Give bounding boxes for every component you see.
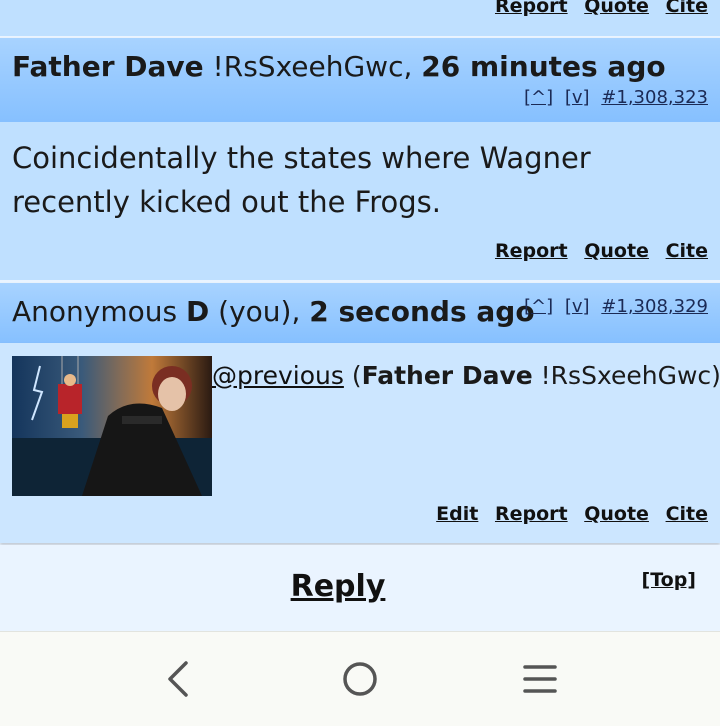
nav-up-link[interactable]: [^] [524,87,553,108]
quote-tripcode: !RsSxeehGwc) [540,361,720,390]
you-tag: (you), [218,295,301,328]
post-actions: Report Quote Cite [485,240,708,262]
post-author: Anonymous [12,295,178,328]
nav-down-link[interactable]: [v] [565,87,590,108]
nav-up-link[interactable]: [^] [524,296,553,317]
home-icon[interactable] [340,659,380,699]
post-body-own: @previous (Father Dave !RsSxeehGwc) Edit… [0,343,720,543]
post-actions: Edit Report Quote Cite [426,503,708,525]
recents-icon[interactable] [520,659,560,699]
poster-id: D [186,295,210,328]
nav-down-link[interactable]: [v] [565,296,590,317]
post-header-own: Anonymous D (you), 2 seconds ago [^] [v]… [0,283,720,343]
system-navigation-bar [0,631,720,726]
quote-paren: ( [351,361,362,390]
quote-link[interactable]: Quote [584,503,649,525]
post-author-line: Father Dave !RsSxeehGwc, 26 minutes ago [12,50,666,83]
report-link[interactable]: Report [495,0,568,17]
post-image-thumbnail[interactable] [12,356,212,496]
post-time: 26 minutes ago [421,50,666,83]
quote-link[interactable]: Quote [584,0,649,17]
edit-link[interactable]: Edit [436,503,478,525]
post-time: 2 seconds ago [309,295,535,328]
post-nav-links: [^] [v] #1,308,323 [518,87,708,108]
post-author-line: Anonymous D (you), 2 seconds ago [12,295,535,328]
previous-post-footer: Report Quote Cite [0,0,720,36]
report-link[interactable]: Report [495,503,568,525]
previous-post-actions: Report Quote Cite [485,0,708,17]
quote-link[interactable]: Quote [584,240,649,262]
post-body: Coincidentally the states where Wagner r… [0,122,720,280]
reply-container: Reply [0,569,676,604]
cite-link[interactable]: Cite [666,0,708,17]
thread-footer: Reply [Top] [0,545,720,631]
top-link-container: [Top] [642,569,696,591]
post-header: Father Dave !RsSxeehGwc, 26 minutes ago … [0,38,720,122]
post-number-link[interactable]: #1,308,323 [601,87,708,108]
cite-link[interactable]: Cite [666,503,708,525]
cite-link[interactable]: Cite [666,240,708,262]
quote-backlink[interactable]: @previous [212,361,344,390]
post-tripcode: !RsSxeehGwc, [212,50,413,83]
quote-author: Father Dave [361,361,533,390]
back-icon[interactable] [160,659,200,699]
report-link[interactable]: Report [495,240,568,262]
image-thumbnail-graphic [12,356,212,496]
post-message: Coincidentally the states where Wagner r… [12,141,591,219]
post-author: Father Dave [12,50,204,83]
reply-link[interactable]: Reply [291,569,386,604]
top-link[interactable]: [Top] [642,569,696,591]
post-nav-links: [^] [v] #1,308,329 [518,296,708,317]
quote-reference: @previous (Father Dave !RsSxeehGwc) [212,361,720,390]
post-number-link[interactable]: #1,308,329 [601,296,708,317]
